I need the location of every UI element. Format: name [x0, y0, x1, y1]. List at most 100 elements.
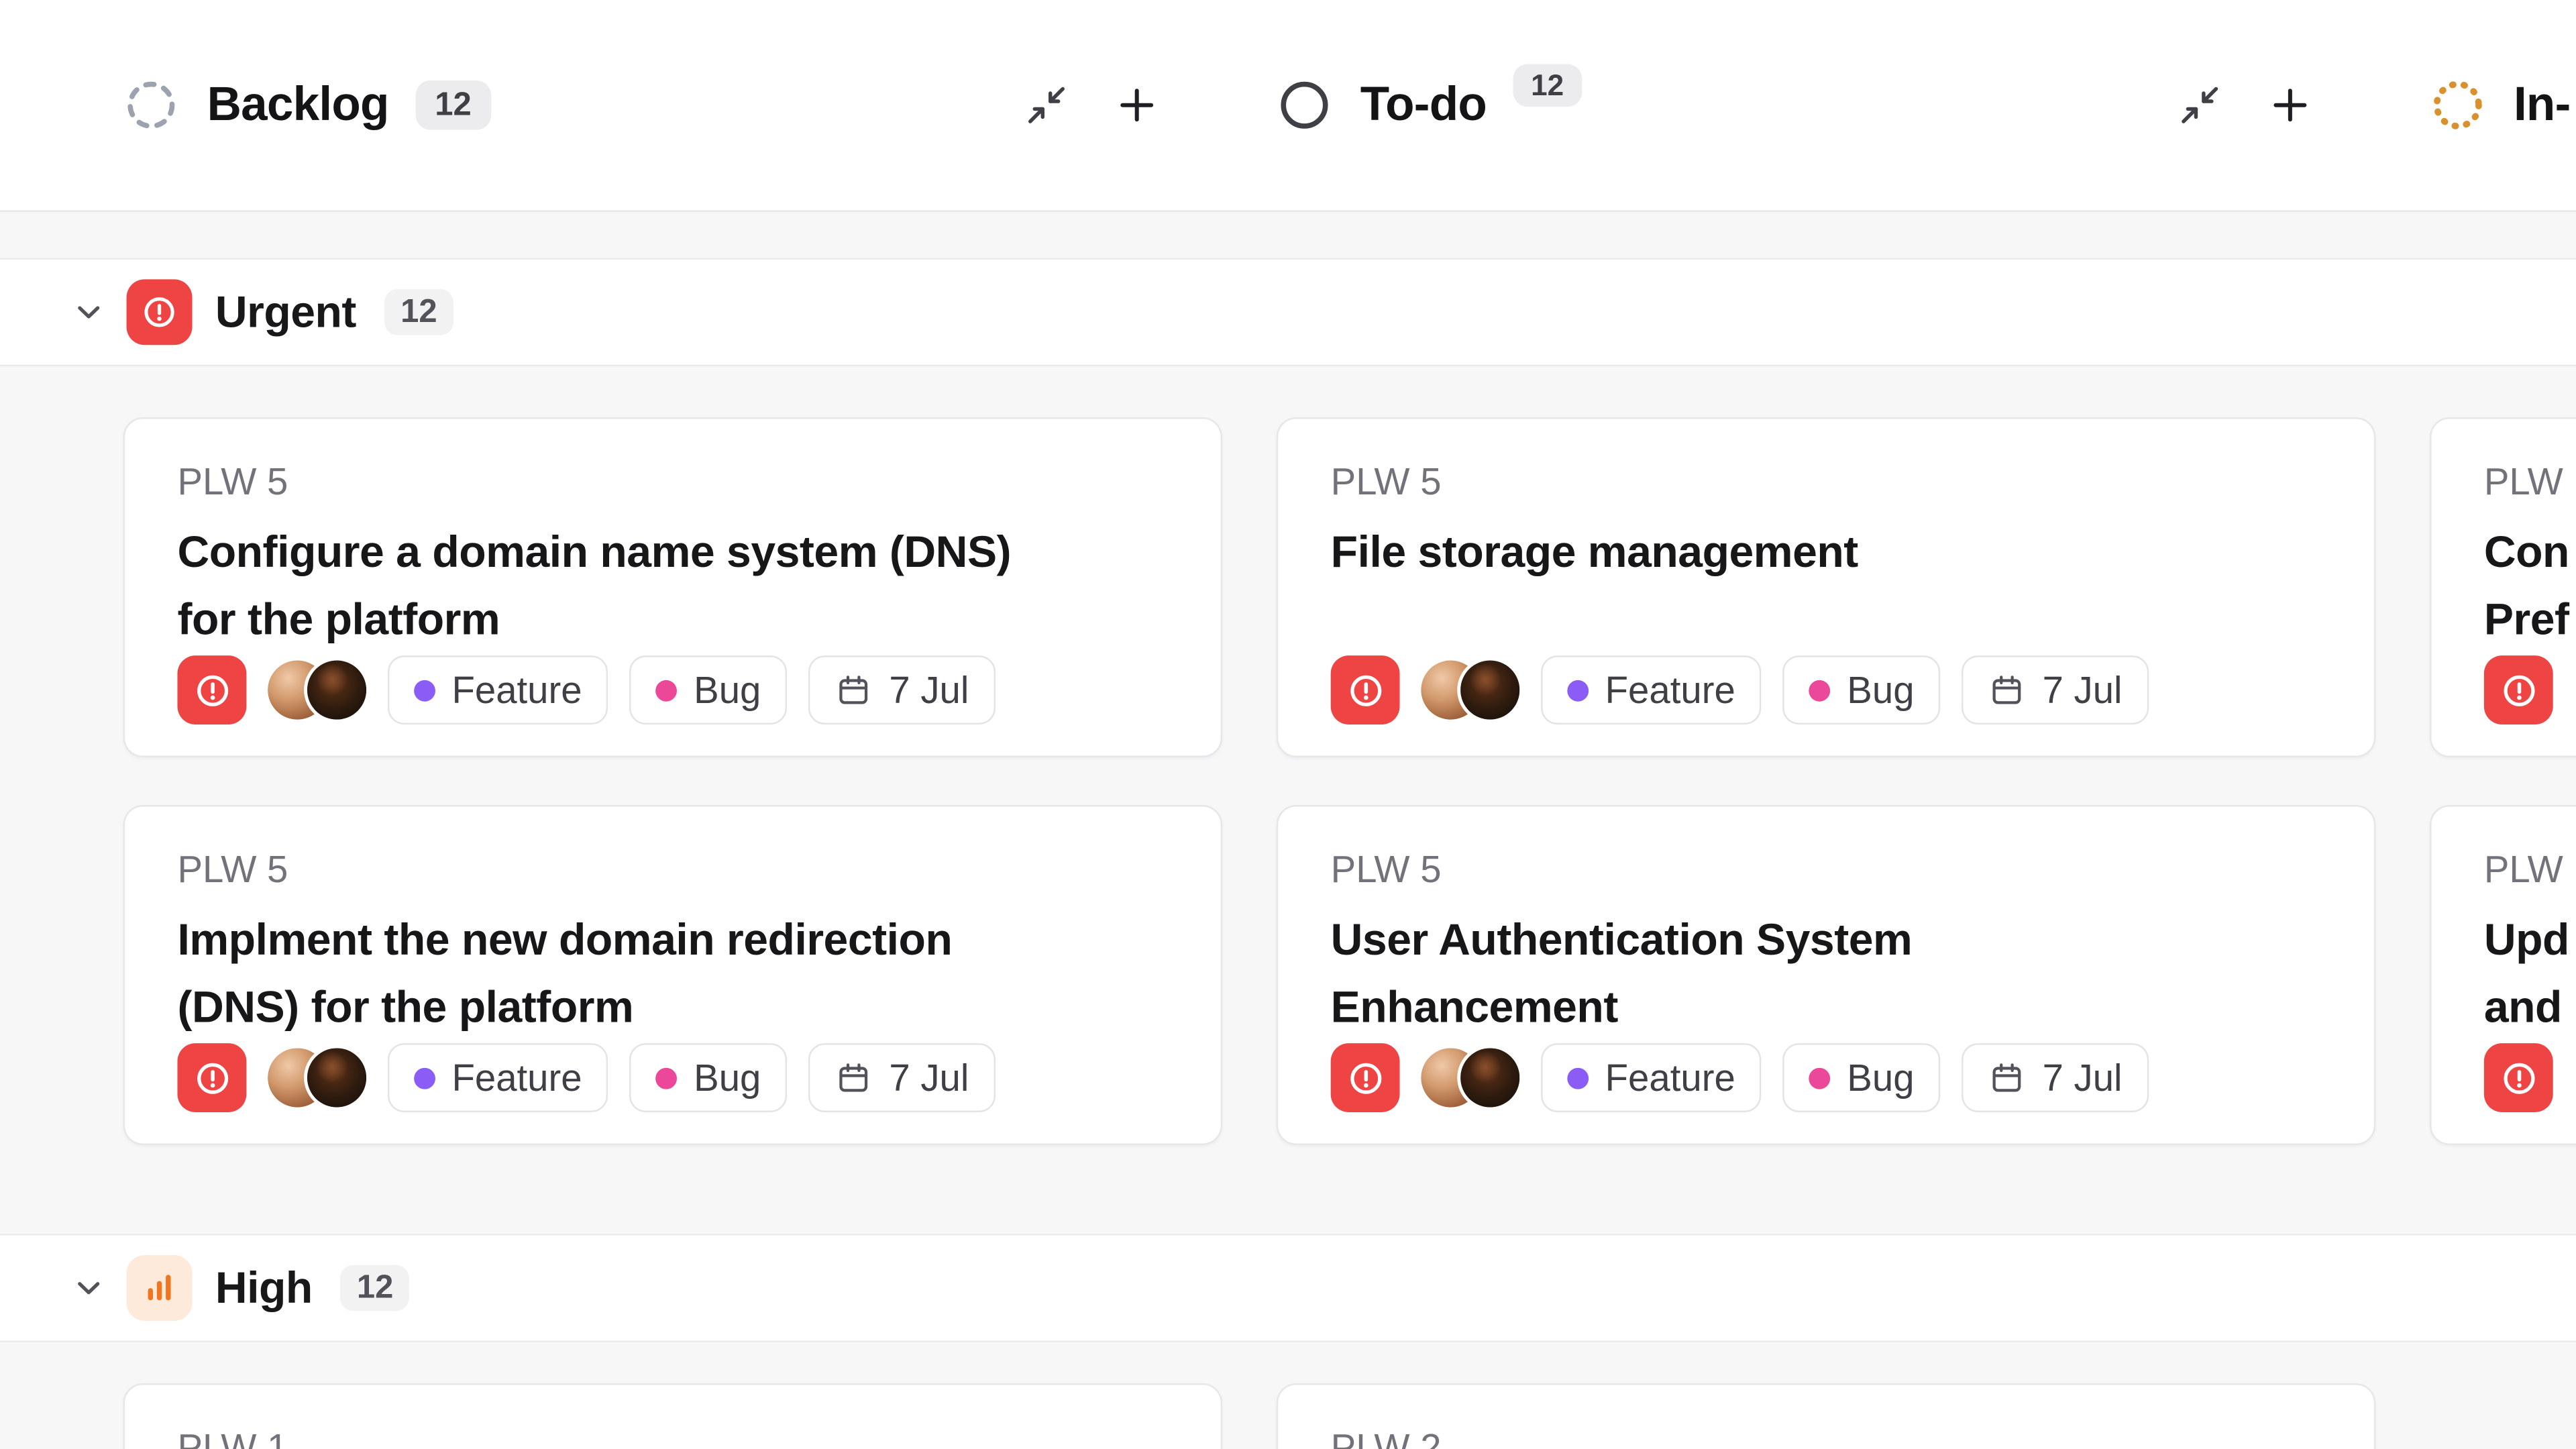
- due-date-label: 7 Jul: [889, 668, 969, 712]
- high-card-zone: PLW 1 PLW 2: [0, 1342, 2576, 1449]
- tag-feature[interactable]: Feature: [1541, 1043, 1762, 1112]
- assignee-avatars[interactable]: [268, 1048, 366, 1107]
- calendar-icon: [835, 671, 873, 708]
- due-date-chip[interactable]: 7 Jul: [808, 1043, 995, 1112]
- task-id: PLW 1: [177, 1424, 1168, 1449]
- section-title: High: [215, 1263, 313, 1313]
- task-title: Implment the new domain redirection (DNS…: [177, 907, 1168, 1042]
- tag-label: Bug: [1847, 668, 1914, 712]
- spacer: [2430, 1383, 2576, 1449]
- priority-urgent-icon[interactable]: [177, 655, 246, 724]
- priority-urgent-icon[interactable]: [1331, 1043, 1400, 1112]
- avatar: [307, 660, 366, 719]
- column-title-todo: To-do: [1360, 78, 1487, 132]
- task-card[interactable]: PLW Upd and: [2430, 805, 2576, 1145]
- kanban-board: Backlog 12 To-do 12 In-: [0, 0, 2576, 1449]
- purple-dot-icon: [414, 680, 435, 701]
- tag-feature[interactable]: Feature: [1541, 655, 1762, 724]
- due-date-chip[interactable]: 7 Jul: [1962, 1043, 2149, 1112]
- tag-label: Feature: [1605, 668, 1735, 712]
- task-card[interactable]: PLW 5 Implment the new domain redirectio…: [123, 805, 1222, 1145]
- calendar-icon: [835, 1059, 873, 1096]
- task-card[interactable]: PLW 2: [1277, 1383, 2375, 1449]
- tag-bug[interactable]: Bug: [1783, 1043, 1941, 1112]
- task-meta: Feature Bug 7 Jul: [177, 655, 1168, 724]
- task-card[interactable]: PLW Con Pref: [2430, 417, 2576, 757]
- task-id: PLW 5: [177, 846, 1168, 892]
- collapse-column-button[interactable]: [1024, 82, 1070, 128]
- priority-urgent-icon[interactable]: [177, 1043, 246, 1112]
- tag-bug[interactable]: Bug: [630, 1043, 788, 1112]
- task-title: File storage management: [1331, 519, 2322, 586]
- collapse-column-button[interactable]: [2177, 82, 2223, 128]
- task-meta: [2484, 655, 2576, 724]
- purple-dot-icon: [1567, 680, 1589, 701]
- section-title: Urgent: [215, 286, 356, 337]
- due-date-chip[interactable]: 7 Jul: [808, 655, 995, 724]
- avatar: [307, 1048, 366, 1107]
- assignee-avatars[interactable]: [268, 660, 366, 719]
- backlog-status-icon: [123, 77, 179, 133]
- tag-label: Bug: [694, 668, 761, 712]
- task-card[interactable]: PLW 5 User Authentication System Enhance…: [1277, 805, 2375, 1145]
- column-actions: [2177, 82, 2375, 128]
- pink-dot-icon: [1809, 1067, 1831, 1089]
- section-header-urgent: Urgent 12: [0, 258, 2576, 366]
- tag-feature[interactable]: Feature: [388, 655, 608, 724]
- column-actions: [1024, 82, 1222, 128]
- tag-label: Feature: [451, 668, 582, 712]
- tag-label: Bug: [694, 1055, 761, 1099]
- task-id: PLW: [2484, 458, 2576, 504]
- section-count-badge: 12: [340, 1265, 409, 1311]
- assignee-avatars[interactable]: [1421, 660, 1519, 719]
- purple-dot-icon: [414, 1067, 435, 1089]
- calendar-icon: [1988, 1059, 2026, 1096]
- tag-label: Bug: [1847, 1055, 1914, 1099]
- tag-bug[interactable]: Bug: [1783, 655, 1941, 724]
- task-card[interactable]: PLW 1: [123, 1383, 1222, 1449]
- high-priority-icon: [127, 1255, 193, 1321]
- task-id: PLW 5: [1331, 846, 2322, 892]
- add-task-button[interactable]: [2267, 82, 2314, 128]
- task-id: PLW 5: [1331, 458, 2322, 504]
- task-title: Upd and: [2484, 907, 2576, 1042]
- calendar-icon: [1988, 671, 2026, 708]
- in-progress-status-icon: [2430, 77, 2485, 133]
- chevron-down-icon[interactable]: [70, 294, 107, 330]
- section-header-high: High 12: [0, 1234, 2576, 1342]
- task-title: Con Pref: [2484, 519, 2576, 654]
- due-date-label: 7 Jul: [2043, 668, 2123, 712]
- pink-dot-icon: [656, 680, 678, 701]
- column-header-backlog: Backlog 12: [123, 77, 1222, 133]
- column-title-backlog: Backlog: [207, 78, 389, 132]
- column-count-badge: 12: [415, 80, 491, 129]
- due-date-chip[interactable]: 7 Jul: [1962, 655, 2149, 724]
- task-meta: Feature Bug 7 Jul: [177, 1043, 1168, 1112]
- tag-feature[interactable]: Feature: [388, 1043, 608, 1112]
- column-count-badge: 12: [1513, 64, 1582, 107]
- board-header: Backlog 12 To-do 12 In-: [0, 0, 2576, 212]
- section-count-badge: 12: [384, 289, 453, 335]
- assignee-avatars[interactable]: [1421, 1048, 1519, 1107]
- task-id: PLW 2: [1331, 1424, 2322, 1449]
- board-body: Urgent 12 PLW 5 Configure a domain name …: [0, 212, 2576, 1449]
- task-meta: [2484, 1043, 2576, 1112]
- priority-urgent-icon[interactable]: [2484, 655, 2553, 724]
- avatar: [1460, 660, 1519, 719]
- task-card[interactable]: PLW 5 File storage management Feature Bu…: [1277, 417, 2375, 757]
- tag-label: Feature: [1605, 1055, 1735, 1099]
- urgent-card-zone: PLW 5 Configure a domain name system (DN…: [0, 366, 2576, 1234]
- todo-status-icon: [1277, 77, 1332, 133]
- priority-urgent-icon[interactable]: [1331, 655, 1400, 724]
- spacer: [0, 212, 2576, 258]
- task-card[interactable]: PLW 5 Configure a domain name system (DN…: [123, 417, 1222, 757]
- chevron-down-icon[interactable]: [70, 1270, 107, 1306]
- pink-dot-icon: [656, 1067, 678, 1089]
- task-meta: Feature Bug 7 Jul: [1331, 655, 2322, 724]
- tag-bug[interactable]: Bug: [630, 655, 788, 724]
- pink-dot-icon: [1809, 680, 1831, 701]
- column-header-in-progress: In-: [2430, 77, 2576, 133]
- column-header-todo: To-do 12: [1277, 77, 2375, 133]
- priority-urgent-icon[interactable]: [2484, 1043, 2553, 1112]
- add-task-button[interactable]: [1114, 82, 1160, 128]
